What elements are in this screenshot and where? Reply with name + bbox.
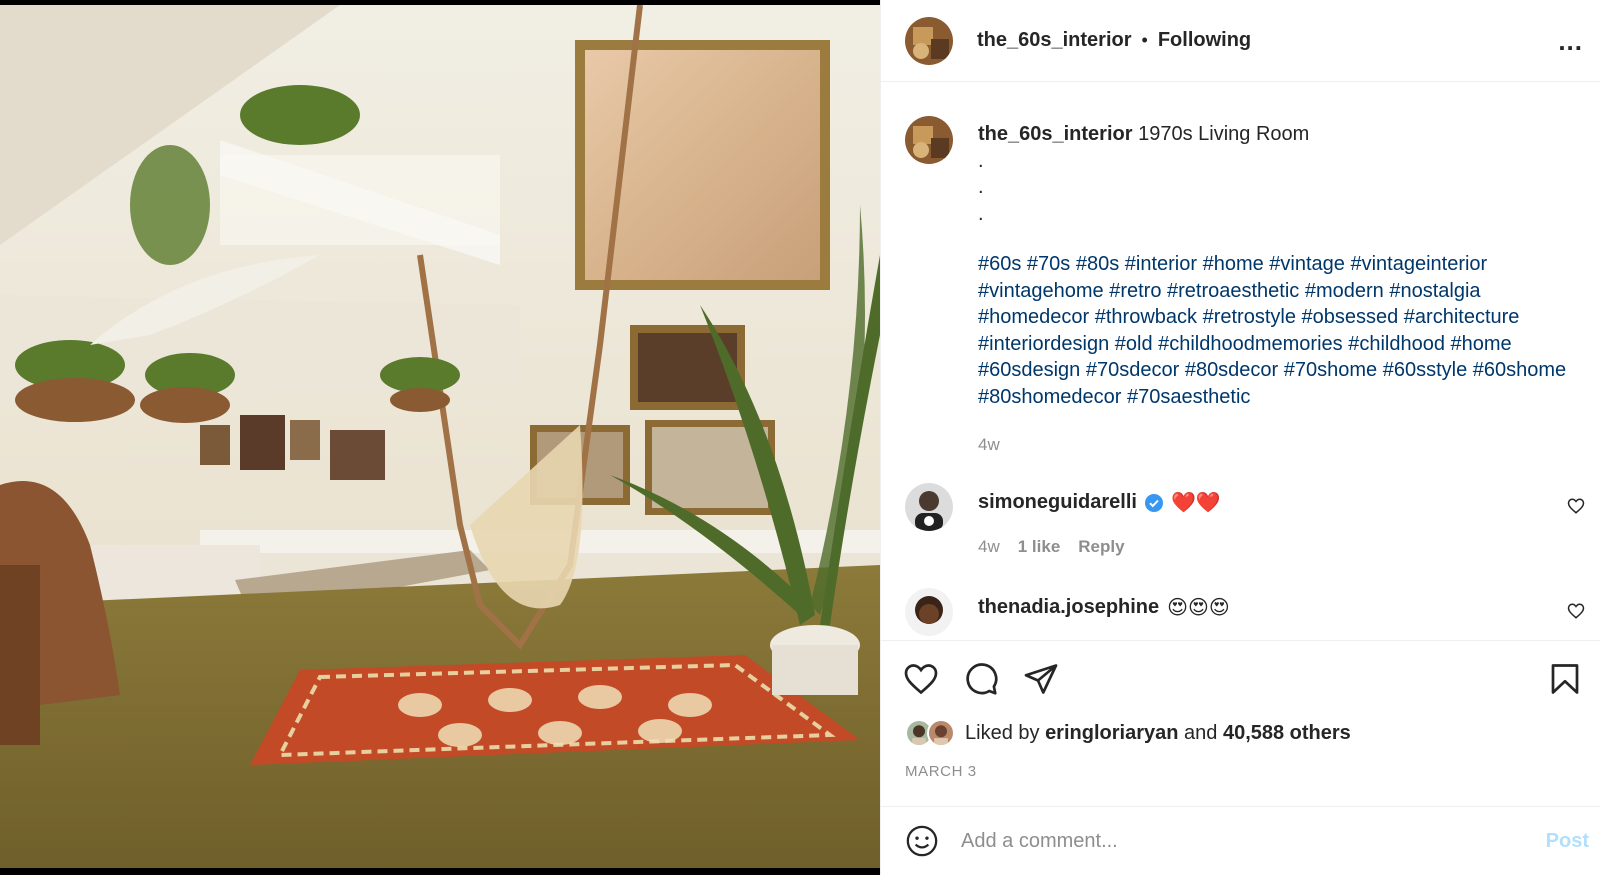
likes-summary[interactable]: Liked by eringloriaryan and 40,588 other… — [905, 719, 1351, 747]
instagram-post: the_60s_interior • Following ... the_60s… — [0, 0, 1600, 875]
caption-text: 1970s Living Room — [1138, 123, 1310, 145]
caption-dots: . . . — [978, 148, 1578, 228]
caption-username[interactable]: the_60s_interior — [978, 123, 1133, 145]
living-room-photo — [0, 5, 880, 868]
comment-like-icon[interactable] — [1567, 497, 1585, 515]
add-comment-bar: Add a comment... Post — [881, 806, 1600, 875]
caption-body: the_60s_interior 1970s Living Room . . .… — [978, 121, 1578, 459]
caption-hashtags[interactable]: #60s #70s #80s #interior #home #vintage … — [978, 251, 1578, 410]
header-separator: • — [1141, 30, 1148, 50]
comment-username[interactable]: simoneguidarelli — [978, 491, 1137, 514]
liked-by-user[interactable]: eringloriaryan — [1045, 722, 1178, 745]
bookmark-icon[interactable] — [1547, 661, 1583, 697]
commenter-avatar[interactable] — [905, 483, 953, 531]
following-button[interactable]: Following — [1158, 29, 1251, 52]
reply-button[interactable]: Reply — [1078, 537, 1124, 557]
post-header: the_60s_interior • Following ... — [881, 0, 1600, 82]
comment-text-row: simoneguidarelli ❤️❤️ — [978, 490, 1221, 515]
share-icon[interactable] — [1023, 661, 1059, 697]
comment-like-icon[interactable] — [1567, 602, 1585, 620]
commenter-avatar[interactable] — [905, 588, 953, 636]
post-date[interactable]: MARCH 3 — [905, 763, 977, 780]
post-photo[interactable] — [0, 0, 880, 875]
caption-dot: . — [978, 202, 984, 225]
liker-avatar — [927, 719, 955, 747]
verified-badge-icon — [1144, 493, 1163, 512]
liked-by-and: and — [1184, 721, 1218, 744]
comment-username[interactable]: thenadia.josephine — [978, 596, 1159, 619]
comment-text: ❤️❤️ — [1170, 492, 1221, 514]
caption-dot: . — [978, 149, 984, 172]
post-actions: Liked by eringloriaryan and 40,588 other… — [881, 640, 1600, 790]
more-options-icon[interactable]: ... — [1558, 26, 1583, 57]
comment-meta: 4w 1 like Reply — [978, 537, 1125, 557]
caption-timestamp[interactable]: 4w — [978, 432, 1578, 459]
hashtag-links[interactable]: #60s #70s #80s #interior #home #vintage … — [978, 253, 1566, 408]
comment-text: 😍😍😍 — [1167, 597, 1230, 619]
comment-icon[interactable] — [963, 661, 999, 697]
caption-avatar[interactable] — [905, 116, 953, 164]
comment-likes[interactable]: 1 like — [1018, 537, 1061, 557]
liked-by-others[interactable]: 40,588 others — [1223, 722, 1351, 745]
author-username[interactable]: the_60s_interior — [977, 29, 1132, 52]
author-avatar[interactable] — [905, 16, 953, 65]
comment-time[interactable]: 4w — [978, 537, 1000, 557]
liker-avatars — [905, 719, 955, 747]
comments-section[interactable]: the_60s_interior 1970s Living Room . . .… — [881, 83, 1600, 639]
post-sidebar: the_60s_interior • Following ... the_60s… — [880, 0, 1600, 875]
comment-input[interactable]: Add a comment... — [961, 830, 1546, 853]
caption-dot: . — [978, 176, 984, 198]
action-icon-group — [903, 661, 1059, 697]
comment-text-row: thenadia.josephine 😍😍😍 — [978, 595, 1230, 620]
emoji-icon[interactable] — [905, 824, 939, 858]
post-comment-button[interactable]: Post — [1546, 830, 1589, 853]
bookmark-button[interactable] — [1547, 661, 1583, 697]
heart-icon[interactable] — [903, 661, 939, 697]
liked-by-prefix: Liked by — [965, 721, 1040, 744]
